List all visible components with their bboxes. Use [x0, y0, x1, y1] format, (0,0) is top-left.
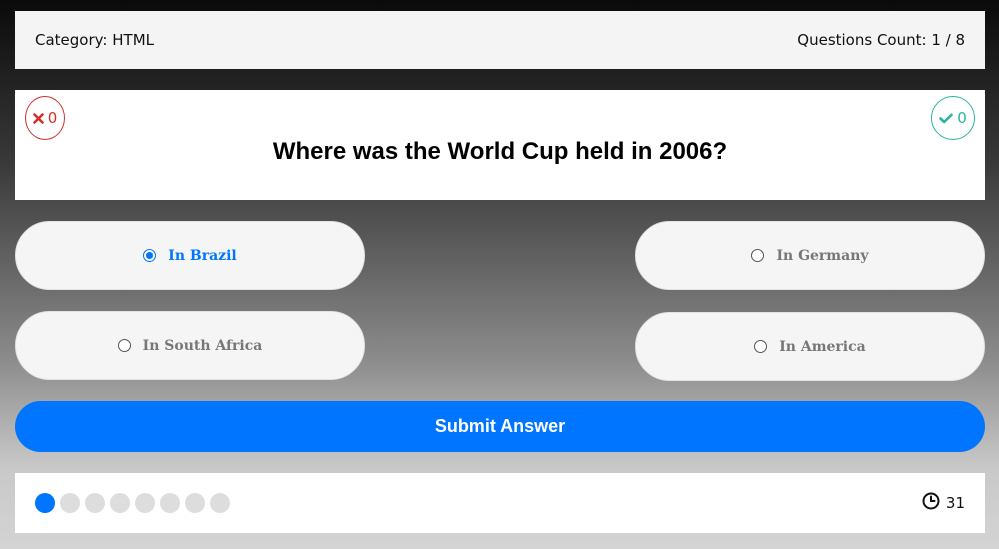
progress-bullet [85, 493, 105, 513]
quiz-footer: 31 [15, 473, 985, 533]
answer-option-2[interactable]: In Germany [635, 221, 985, 290]
progress-bullet [60, 493, 80, 513]
answer-label: In America [779, 338, 866, 355]
answer-option-4[interactable]: In America [635, 312, 985, 381]
radio-button[interactable] [143, 249, 157, 262]
answer-label: In Brazil [168, 247, 237, 264]
progress-bullet [110, 493, 130, 513]
timer-value: 31 [945, 494, 965, 512]
radio-button[interactable] [754, 340, 768, 353]
question-area: 0 Where was the World Cup held in 2006? … [15, 90, 985, 200]
questions-count: Questions Count: 1 / 8 [797, 31, 965, 49]
wrong-count: 0 [47, 109, 58, 127]
clock-icon [922, 492, 940, 514]
question-title: Where was the World Cup held in 2006? [272, 138, 728, 165]
submit-answer-button[interactable]: Submit Answer [15, 401, 985, 452]
right-count: 0 [957, 109, 967, 127]
answer-label: In Germany [776, 247, 869, 264]
quiz-info-bar: Category: HTML Questions Count: 1 / 8 [15, 11, 985, 69]
answer-label: In South Africa [142, 337, 263, 354]
progress-bullet [210, 493, 230, 513]
radio-button[interactable] [751, 249, 765, 262]
progress-bullets [35, 493, 230, 513]
answer-option-3[interactable]: In South Africa [15, 311, 365, 380]
progress-bullet [135, 493, 155, 513]
countdown-timer: 31 [922, 492, 965, 514]
check-icon [939, 113, 954, 124]
progress-bullet [160, 493, 180, 513]
radio-button[interactable] [117, 339, 131, 352]
category-label: Category: HTML [35, 31, 154, 49]
answer-option-1[interactable]: In Brazil [15, 221, 365, 290]
progress-bullet [35, 493, 55, 513]
right-answers-counter: 0 [931, 96, 975, 140]
wrong-answers-counter: 0 [25, 96, 65, 140]
x-icon [32, 112, 44, 124]
progress-bullet [185, 493, 205, 513]
